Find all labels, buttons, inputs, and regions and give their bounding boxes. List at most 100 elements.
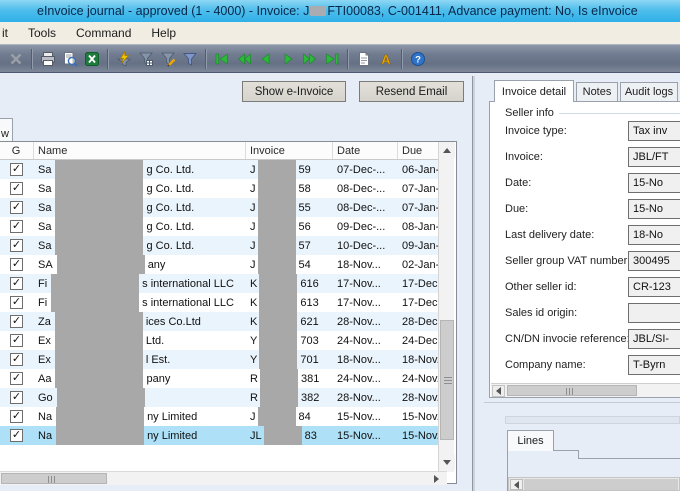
tab-overview-partial[interactable]: w — [0, 118, 13, 142]
grid-vertical-scrollbar[interactable] — [438, 142, 455, 472]
filter-lightning-icon[interactable] — [113, 48, 135, 70]
table-row[interactable]: ✓ Na ny Limited JL 83 15-Nov... 15-Nov. — [0, 426, 438, 445]
row-checkbox[interactable]: ✓ — [10, 315, 23, 328]
field-input[interactable]: 15-No — [628, 199, 680, 219]
filter-icon[interactable] — [179, 48, 201, 70]
tab-audit-logs[interactable]: Audit logs — [620, 82, 678, 102]
table-row[interactable]: ✓ Fi s international LLC K 616 17-Nov... 1… — [0, 274, 438, 293]
row-checkbox[interactable]: ✓ — [10, 239, 23, 252]
redaction-blob — [259, 369, 298, 388]
column-header-due[interactable]: Due — [398, 142, 438, 159]
previous-record-icon[interactable] — [255, 48, 277, 70]
table-row[interactable]: ✓ Sa g Co. Ltd. J 59 07-Dec-... 06-Jan-2 — [0, 160, 438, 179]
name-suffix: g Co. Ltd. — [146, 163, 195, 176]
tab-lines[interactable]: Lines — [507, 430, 554, 451]
filter-grid-icon[interactable] — [135, 48, 157, 70]
lines-scroll-thumb[interactable] — [524, 479, 678, 490]
menu-help[interactable]: Help — [141, 23, 186, 43]
field-input[interactable]: 300495 — [628, 251, 680, 271]
table-row[interactable]: ✓ SA any J 54 18-Nov... 02-Jan-2 — [0, 255, 438, 274]
window-titlebar: eInvoice journal - approved (1 - 4000) -… — [0, 0, 680, 22]
table-row[interactable]: ✓ Ex l Est. Y 701 18-Nov... 18-Nov. — [0, 350, 438, 369]
previous-page-icon[interactable] — [233, 48, 255, 70]
row-checkbox[interactable]: ✓ — [10, 220, 23, 233]
row-checkbox[interactable]: ✓ — [10, 353, 23, 366]
row-checkbox[interactable]: ✓ — [10, 391, 23, 404]
scroll-left-icon[interactable] — [510, 479, 523, 490]
table-row[interactable]: ✓ Za ices Co.Ltd K 621 28-Nov... 28-Dec- — [0, 312, 438, 331]
field-input[interactable]: CR-123 — [628, 277, 680, 297]
splitter-band[interactable] — [505, 416, 680, 424]
column-header-name[interactable]: Name — [34, 142, 246, 159]
row-checkbox[interactable]: ✓ — [10, 429, 23, 442]
row-checkbox[interactable]: ✓ — [10, 277, 23, 290]
document-icon[interactable] — [353, 48, 375, 70]
scroll-up-icon[interactable] — [439, 143, 455, 158]
tab-invoice-detail[interactable]: Invoice detail — [494, 80, 574, 102]
detail-panel-scrollbar[interactable] — [491, 383, 680, 397]
row-checkbox[interactable]: ✓ — [10, 201, 23, 214]
row-checkbox[interactable]: ✓ — [10, 163, 23, 176]
name-cell: Aa pany — [34, 369, 246, 388]
table-row[interactable]: ✓ Na ny Limited J 84 15-Nov... 15-Nov. — [0, 407, 438, 426]
name-prefix: Na — [38, 429, 53, 442]
table-row[interactable]: ✓ Sa g Co. Ltd. J 58 08-Dec-... 07-Jan-2 — [0, 179, 438, 198]
redaction-blob — [259, 350, 298, 369]
print-icon[interactable] — [37, 48, 59, 70]
table-row[interactable]: ✓ Go R 382 28-Nov... 28-Nov. — [0, 388, 438, 407]
menu-edit[interactable]: it — [0, 23, 18, 43]
help-icon[interactable]: ? — [407, 48, 429, 70]
field-input[interactable]: JBL/SI- — [628, 329, 680, 349]
table-row[interactable]: ✓ Sa g Co. Ltd. J 55 08-Dec-... 07-Jan-2 — [0, 198, 438, 217]
first-record-icon[interactable] — [211, 48, 233, 70]
field-input[interactable]: JBL/FT — [628, 147, 680, 167]
menu-tools[interactable]: Tools — [18, 23, 66, 43]
row-checkbox[interactable]: ✓ — [10, 258, 23, 271]
show-einvoice-button[interactable]: Show e-Invoice — [242, 81, 346, 102]
grid-horizontal-scrollbar[interactable] — [0, 471, 447, 485]
column-header-date[interactable]: Date — [333, 142, 398, 159]
table-row[interactable]: ✓ Ex Ltd. Y 703 24-Nov... 24-Dec- — [0, 331, 438, 350]
field-input[interactable]: 18-No — [628, 225, 680, 245]
horizontal-scroll-thumb[interactable] — [1, 473, 107, 484]
panel-divider[interactable] — [472, 76, 475, 491]
scroll-left-icon[interactable] — [492, 385, 505, 397]
last-record-icon[interactable] — [321, 48, 343, 70]
print-preview-icon[interactable] — [59, 48, 81, 70]
name-prefix: Na — [38, 410, 53, 423]
date-cell: 09-Dec-... — [337, 220, 386, 233]
scroll-down-icon[interactable] — [439, 455, 455, 470]
row-checkbox[interactable]: ✓ — [10, 296, 23, 309]
table-row[interactable]: ✓ Fi s international LLC K 613 17-Nov... 1… — [0, 293, 438, 312]
export-excel-icon[interactable] — [81, 48, 103, 70]
field-input[interactable] — [628, 303, 680, 323]
row-checkbox[interactable]: ✓ — [10, 182, 23, 195]
resend-email-button[interactable]: Resend Email — [359, 81, 464, 102]
alert-icon[interactable]: A — [375, 48, 397, 70]
vertical-scroll-thumb[interactable] — [440, 320, 454, 440]
name-cell: Ex Ltd. — [34, 331, 246, 350]
tab-notes[interactable]: Notes — [576, 82, 618, 102]
scroll-right-icon[interactable] — [427, 472, 445, 485]
row-checkbox[interactable]: ✓ — [10, 334, 23, 347]
table-row[interactable]: ✓ Aa pany R 381 24-Nov... 24-Nov. — [0, 369, 438, 388]
row-checkbox[interactable]: ✓ — [10, 372, 23, 385]
next-record-icon[interactable] — [277, 48, 299, 70]
detail-scroll-thumb[interactable] — [507, 385, 637, 396]
column-header-g[interactable]: G — [0, 142, 34, 159]
menu-command[interactable]: Command — [66, 23, 141, 43]
field-input[interactable]: T-Byrn — [628, 355, 680, 375]
field-input[interactable]: 15-No — [628, 173, 680, 193]
delete-icon[interactable] — [5, 48, 27, 70]
field-input[interactable]: Tax inv — [628, 121, 680, 141]
filter-pencil-icon[interactable] — [157, 48, 179, 70]
table-row[interactable]: ✓ Sa g Co. Ltd. J 56 09-Dec-... 08-Jan-2 — [0, 217, 438, 236]
lines-panel-scrollbar[interactable] — [508, 477, 680, 491]
name-prefix: Fi — [38, 296, 48, 309]
next-page-icon[interactable] — [299, 48, 321, 70]
grid-header-row: G Name Invoice Date Due — [0, 142, 438, 160]
table-row[interactable]: ✓ Sa g Co. Ltd. J 57 10-Dec-... 09-Jan-2 — [0, 236, 438, 255]
column-header-invoice[interactable]: Invoice — [246, 142, 333, 159]
row-checkbox[interactable]: ✓ — [10, 410, 23, 423]
invoice-suffix: 84 — [298, 410, 311, 423]
